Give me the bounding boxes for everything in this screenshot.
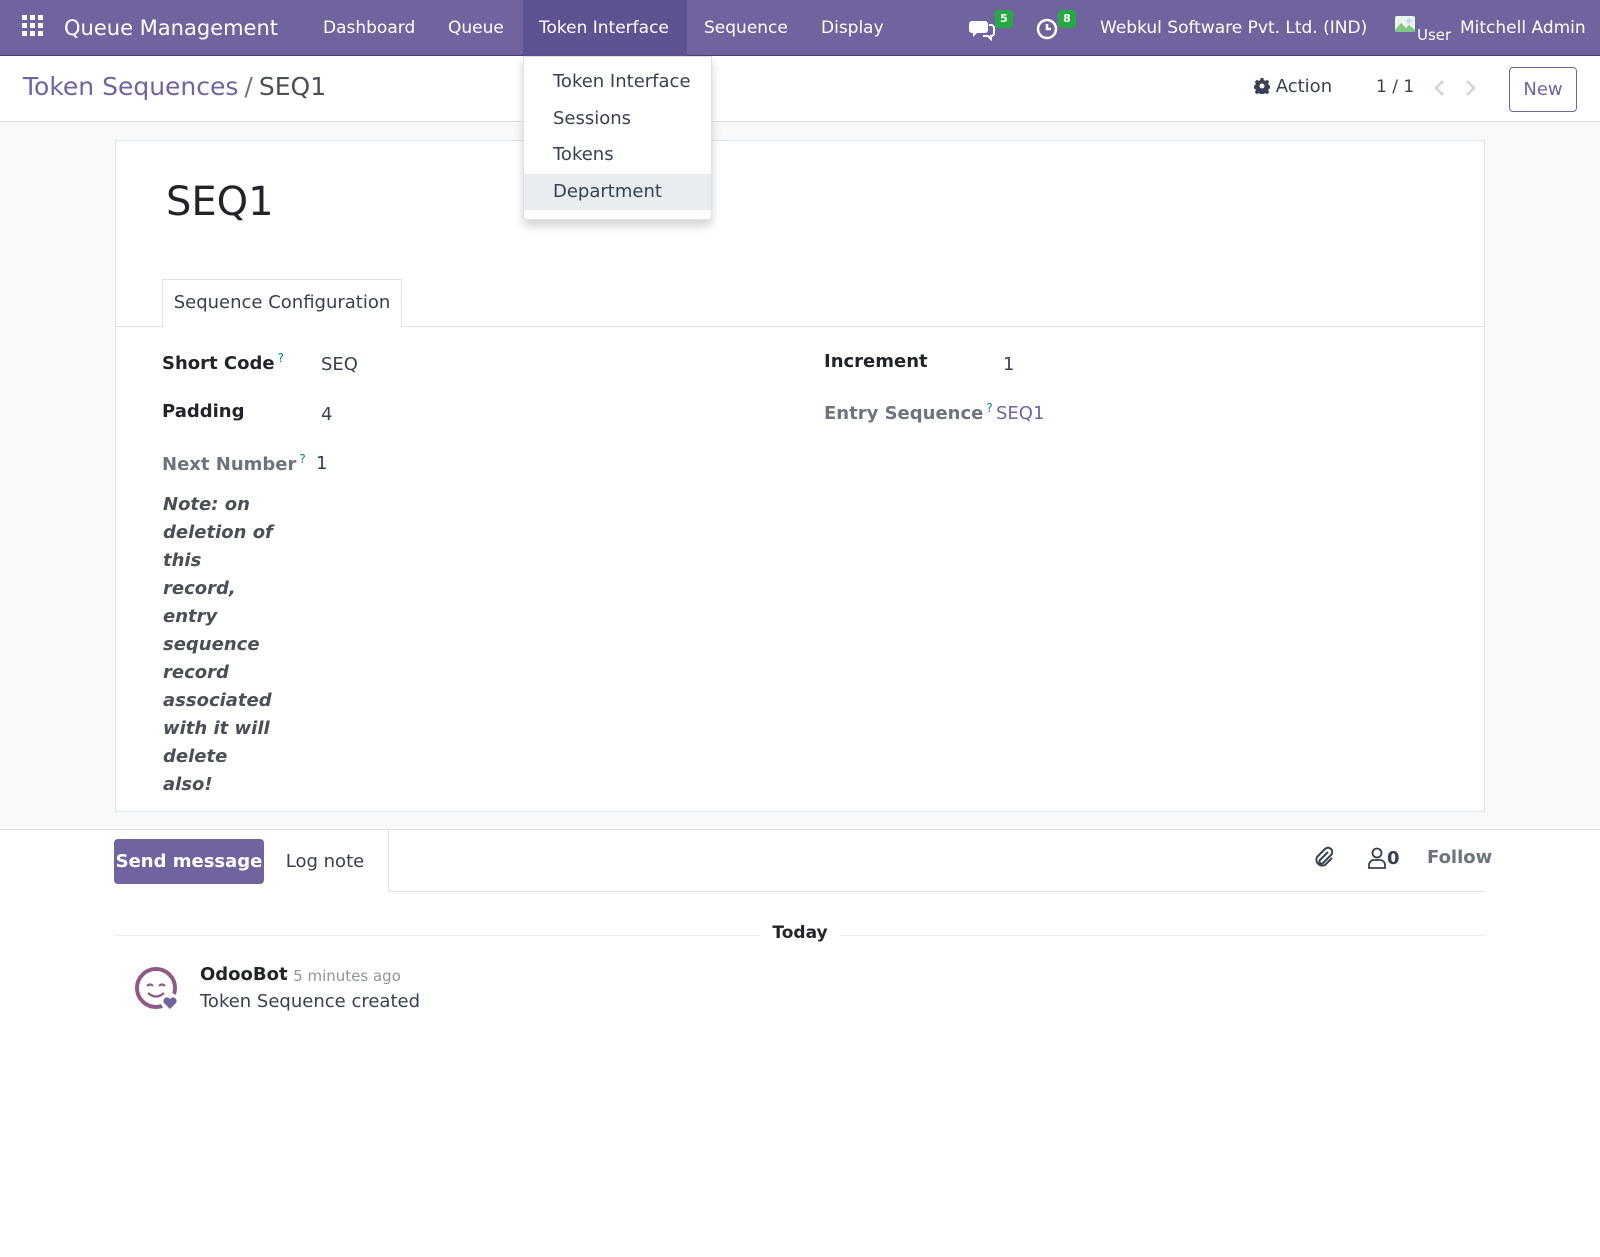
gear-icon: [1253, 78, 1271, 96]
menu-display[interactable]: Display: [805, 0, 900, 56]
broken-image-icon: [1395, 16, 1415, 32]
follower-count[interactable]: 0: [1387, 848, 1400, 869]
top-navbar: Queue Management Dashboard Queue Token I…: [0, 0, 1600, 56]
breadcrumb-current: SEQ1: [258, 72, 327, 101]
message-author[interactable]: OdooBot: [200, 964, 288, 985]
form-sheet: SEQ1 Sequence Configuration Short Code? …: [115, 140, 1485, 812]
activities-badge: 8: [1058, 10, 1076, 28]
company-switcher[interactable]: Webkul Software Pvt. Ltd. (IND): [1100, 0, 1367, 56]
message-date: - 5 minutes ago: [283, 967, 401, 985]
pager-value[interactable]: 1 / 1: [1376, 77, 1414, 97]
entry-sequence-help-icon[interactable]: ?: [986, 401, 992, 415]
followers-icon[interactable]: [1367, 847, 1387, 869]
dropdown-item-tokens[interactable]: Tokens: [524, 137, 711, 173]
message-body: Token Sequence created: [200, 991, 421, 1012]
send-message-button[interactable]: Send message: [114, 839, 264, 884]
control-panel: Token Sequences / SEQ1 Action 1 / 1 New: [0, 56, 1600, 122]
next-number-help-icon[interactable]: ?: [299, 452, 305, 466]
follow-button[interactable]: Follow: [1427, 847, 1492, 868]
tab-sequence-configuration[interactable]: Sequence Configuration: [162, 279, 402, 328]
short-code-help-icon[interactable]: ?: [278, 351, 284, 365]
pager-next-icon[interactable]: [1460, 76, 1480, 100]
deletion-note: Note: on deletion of this record, entry …: [163, 494, 273, 795]
messages-icon[interactable]: [969, 16, 995, 42]
next-number-label: Next Number?: [162, 452, 306, 475]
avatar-alt-text: User: [1417, 26, 1452, 44]
entry-sequence-label: Entry Sequence?: [824, 401, 993, 424]
pager-previous-icon[interactable]: [1430, 76, 1450, 100]
token-interface-dropdown: Token Interface Sessions Tokens Departme…: [523, 56, 712, 220]
breadcrumb: Token Sequences / SEQ1: [23, 72, 326, 101]
date-separator: Today: [760, 923, 840, 943]
menu-token-interface[interactable]: Token Interface: [523, 0, 687, 56]
record-title[interactable]: SEQ1: [166, 179, 274, 225]
app-name[interactable]: Queue Management: [64, 0, 278, 56]
menu-dashboard[interactable]: Dashboard: [307, 0, 431, 56]
dropdown-item-sessions[interactable]: Sessions: [524, 101, 711, 137]
menu-sequence[interactable]: Sequence: [688, 0, 804, 56]
increment-label: Increment: [824, 351, 928, 372]
user-avatar[interactable]: User: [1393, 12, 1451, 44]
dropdown-item-department[interactable]: Department: [524, 174, 711, 210]
odoobot-avatar-icon: [135, 967, 179, 1011]
dropdown-item-token-interface[interactable]: Token Interface: [524, 64, 711, 100]
menu-queue[interactable]: Queue: [432, 0, 520, 56]
entry-sequence-link[interactable]: SEQ1: [996, 403, 1044, 424]
short-code-field[interactable]: SEQ: [321, 354, 358, 375]
paperclip-icon[interactable]: [1312, 846, 1336, 870]
breadcrumb-separator: /: [244, 72, 253, 101]
action-button[interactable]: Action: [1253, 76, 1333, 97]
next-number-field: 1: [316, 453, 328, 474]
padding-field[interactable]: 4: [321, 404, 332, 425]
messages-badge: 5: [995, 10, 1013, 28]
log-note-button[interactable]: Log note: [268, 839, 382, 884]
user-name[interactable]: Mitchell Admin: [1460, 0, 1586, 56]
new-button[interactable]: New: [1509, 67, 1577, 112]
app-grid-icon[interactable]: [22, 15, 46, 39]
action-label: Action: [1275, 76, 1333, 97]
increment-field[interactable]: 1: [1003, 354, 1014, 375]
short-code-label: Short Code?: [162, 351, 284, 374]
padding-label: Padding: [162, 401, 245, 422]
breadcrumb-parent[interactable]: Token Sequences: [23, 72, 238, 101]
